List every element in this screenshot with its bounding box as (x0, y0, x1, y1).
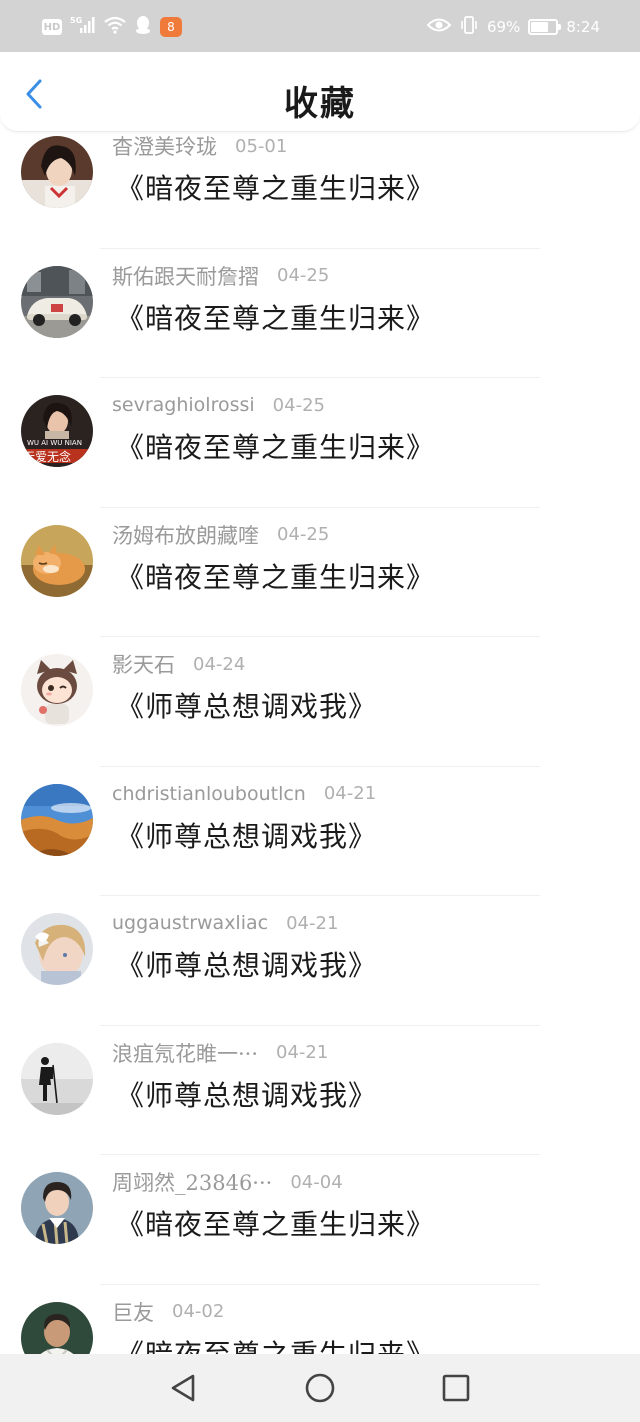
username[interactable]: 影天石 (112, 649, 175, 679)
date: 04-21 (323, 783, 377, 804)
avatar[interactable] (21, 1172, 93, 1244)
network-label: 5G (70, 16, 82, 25)
username[interactable]: uggaustrwaxliac (112, 912, 268, 934)
username[interactable]: 斯佑跟天耐詹摺 (112, 261, 259, 291)
avatar[interactable] (21, 265, 93, 338)
date: 04-21 (276, 1042, 329, 1063)
triangle-back-icon (171, 1374, 195, 1402)
status-left: HD 5G 8 (42, 16, 182, 38)
status-bar: HD 5G 8 69% 8:24 (0, 0, 640, 52)
avatar[interactable] (21, 783, 93, 856)
battery-percent: 69% (486, 18, 521, 36)
book-title[interactable]: 《暗夜至尊之重生归来》 (116, 426, 435, 466)
nav-recents-button[interactable] (436, 1370, 476, 1406)
item-meta: 浪疽氖花睢一··· 04-21 (112, 1036, 328, 1070)
app-notification-icon: 8 (160, 17, 182, 37)
clock: 8:24 (566, 18, 600, 36)
date: 04-21 (286, 912, 339, 934)
book-title[interactable]: 《师尊总想调戏我》 (116, 944, 377, 984)
date: 04-25 (272, 394, 325, 416)
item-meta: 巨友 04-02 (112, 1295, 224, 1329)
status-right: 69% 8:24 (426, 16, 600, 38)
avatar[interactable] (21, 136, 93, 208)
username[interactable]: sevraghiolrossi (112, 394, 255, 416)
item-meta: 影天石 04-24 (112, 647, 245, 681)
item-meta: uggaustrwaxliac 04-21 (112, 906, 338, 940)
book-title[interactable]: 《师尊总想调戏我》 (116, 1074, 377, 1114)
battery-fill (531, 22, 549, 32)
item-meta: sevraghiolrossi 04-25 (112, 388, 325, 422)
eye-icon (426, 17, 452, 37)
username[interactable]: 周翊然_23846··· (112, 1167, 272, 1197)
date: 04-04 (290, 1171, 343, 1193)
favorites-list[interactable]: 杳澄美玲珑 05-01 《暗夜至尊之重生归来》 斯佑跟天耐詹摺 04-25 《暗… (0, 132, 640, 1354)
signal-icon: 5G (70, 15, 96, 39)
username[interactable]: 巨友 (112, 1297, 154, 1327)
qq-icon (134, 15, 152, 39)
avatar[interactable]: WU AI WU NIAN 无爱无念 (21, 395, 93, 467)
list-item[interactable]: 巨友 04-02 《暗夜至尊之重生归来》 (0, 1285, 640, 1355)
book-title[interactable]: 《暗夜至尊之重生归来》 (116, 1333, 435, 1355)
page-title: 收藏 (284, 84, 356, 124)
item-meta: 杳澄美玲珑 05-01 (112, 132, 287, 163)
book-title[interactable]: 《暗夜至尊之重生归来》 (116, 167, 435, 207)
svg-text:无爱无念: 无爱无念 (23, 449, 71, 464)
list-item[interactable]: 周翊然_23846··· 04-04 《暗夜至尊之重生归来》 (0, 1155, 640, 1285)
date: 04-25 (277, 524, 330, 545)
list-item[interactable]: 影天石 04-24 《师尊总想调戏我》 (0, 637, 640, 767)
header-bar: 收藏 (0, 52, 640, 132)
list-item[interactable]: 杳澄美玲珑 05-01 《暗夜至尊之重生归来》 (0, 132, 640, 249)
list-item[interactable]: WU AI WU NIAN 无爱无念 sevraghiolrossi 04-25 … (0, 378, 640, 508)
square-recents-icon (442, 1374, 470, 1402)
avatar[interactable] (21, 1042, 93, 1115)
date: 04-25 (277, 265, 330, 286)
nav-home-button[interactable] (300, 1370, 340, 1406)
book-title[interactable]: 《暗夜至尊之重生归来》 (116, 556, 435, 596)
circle-home-icon (305, 1373, 335, 1403)
username[interactable]: 杳澄美玲珑 (112, 132, 217, 161)
battery-icon (528, 19, 562, 35)
hd-badge: HD (42, 19, 62, 35)
avatar[interactable] (21, 913, 93, 985)
list-item[interactable]: 斯佑跟天耐詹摺 04-25 《暗夜至尊之重生归来》 (0, 249, 640, 378)
date: 04-02 (172, 1301, 225, 1322)
username[interactable]: 浪疽氖花睢一··· (112, 1038, 258, 1068)
avatar[interactable] (21, 1301, 93, 1354)
favorites-list-inner: 杳澄美玲珑 05-01 《暗夜至尊之重生归来》 斯佑跟天耐詹摺 04-25 《暗… (0, 132, 640, 1354)
book-title[interactable]: 《暗夜至尊之重生归来》 (116, 297, 435, 337)
avatar[interactable] (21, 524, 93, 597)
svg-text:WU AI WU NIAN: WU AI WU NIAN (27, 439, 82, 447)
list-item[interactable]: uggaustrwaxliac 04-21 《师尊总想调戏我》 (0, 896, 640, 1026)
item-meta: 斯佑跟天耐詹摺 04-25 (112, 259, 329, 293)
date: 04-24 (193, 653, 246, 675)
item-meta: chdristianlouboutlcn 04-21 (112, 777, 376, 811)
book-title[interactable]: 《师尊总想调戏我》 (116, 685, 377, 725)
list-item[interactable]: 浪疽氖花睢一··· 04-21 《师尊总想调戏我》 (0, 1026, 640, 1155)
vibrate-icon (459, 16, 479, 38)
list-item[interactable]: 汤姆布放朗藏喹 04-25 《暗夜至尊之重生归来》 (0, 508, 640, 637)
nav-back-button[interactable] (163, 1370, 203, 1406)
system-nav-bar (0, 1354, 640, 1422)
username[interactable]: chdristianlouboutlcn (112, 783, 306, 805)
list-item[interactable]: chdristianlouboutlcn 04-21 《师尊总想调戏我》 (0, 767, 640, 896)
avatar[interactable] (21, 654, 93, 726)
username[interactable]: 汤姆布放朗藏喹 (112, 520, 259, 550)
book-title[interactable]: 《师尊总想调戏我》 (116, 815, 377, 855)
item-meta: 周翊然_23846··· 04-04 (112, 1165, 343, 1199)
wifi-icon (104, 16, 126, 38)
item-meta: 汤姆布放朗藏喹 04-25 (112, 518, 329, 552)
date: 05-01 (235, 135, 288, 157)
book-title[interactable]: 《暗夜至尊之重生归来》 (116, 1203, 435, 1243)
